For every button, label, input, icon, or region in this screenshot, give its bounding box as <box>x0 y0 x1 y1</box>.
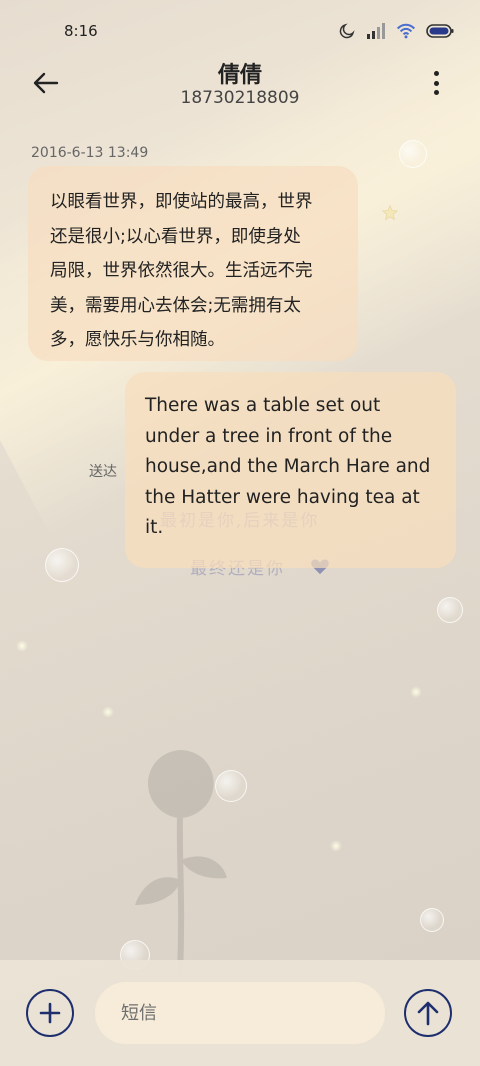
incoming-message-bubble[interactable]: 以眼看世界，即使站的最高，世界 还是很小;以心看世界，即使身处 局限，世界依然很… <box>28 166 358 361</box>
message-line: 还是很小;以心看世界，即使身处 <box>50 226 301 247</box>
wallpaper-star-icon <box>381 204 399 221</box>
add-attachment-button[interactable] <box>26 989 74 1037</box>
wallpaper-bubble <box>45 548 79 582</box>
wallpaper-bubble <box>399 140 427 168</box>
wallpaper-rose-silhouette <box>135 750 227 976</box>
contact-phone-number: 18730218809 <box>180 88 300 108</box>
outgoing-message-bubble[interactable]: There was a table set out under a tree i… <box>125 372 456 568</box>
message-line: it. <box>145 517 164 538</box>
message-line: 局限，世界依然很大。生活远不完 <box>50 261 313 281</box>
message-composer <box>0 960 480 1066</box>
message-line: 美，需要用心去体会;无需拥有太 <box>50 295 301 316</box>
wallpaper-sparkle <box>102 706 114 718</box>
message-line: house,and the March Hare and <box>145 456 431 477</box>
status-time: 8:16 <box>64 22 98 40</box>
battery-icon <box>426 24 454 38</box>
arrow-up-icon <box>417 1001 439 1026</box>
wallpaper-bubble <box>215 770 247 802</box>
wifi-icon <box>396 23 416 39</box>
moon-icon <box>339 23 355 39</box>
conversation-header: 倩倩 18730218809 <box>0 55 480 125</box>
send-button[interactable] <box>404 989 452 1037</box>
wallpaper-sparkle <box>330 840 342 852</box>
more-vertical-icon <box>433 80 439 86</box>
message-line: under a tree in front of the <box>145 425 393 447</box>
contact-name: 倩倩 <box>217 63 262 88</box>
wallpaper-sparkle <box>16 640 28 652</box>
more-vertical-icon <box>433 71 439 76</box>
wallpaper-sparkle <box>410 686 422 698</box>
delivery-status: 送达 <box>89 464 117 480</box>
status-bar: 8:16 <box>0 0 480 60</box>
wallpaper-bubble <box>420 908 444 932</box>
message-line: 以眼看世界，即使站的最高，世界 <box>50 192 313 212</box>
more-vertical-icon <box>433 90 439 95</box>
message-line: the Hatter were having tea at <box>145 486 420 508</box>
status-icons <box>338 22 454 40</box>
message-line: There was a table set out <box>145 395 381 416</box>
plus-icon <box>39 1002 61 1024</box>
message-input[interactable] <box>95 982 385 1044</box>
more-options-button[interactable] <box>426 69 446 97</box>
wallpaper-bubble <box>437 597 463 623</box>
message-timestamp: 2016-6-13 13:49 <box>31 145 149 161</box>
message-line: 多，愿快乐与你相随。 <box>50 330 225 350</box>
signal-icon <box>367 23 385 39</box>
